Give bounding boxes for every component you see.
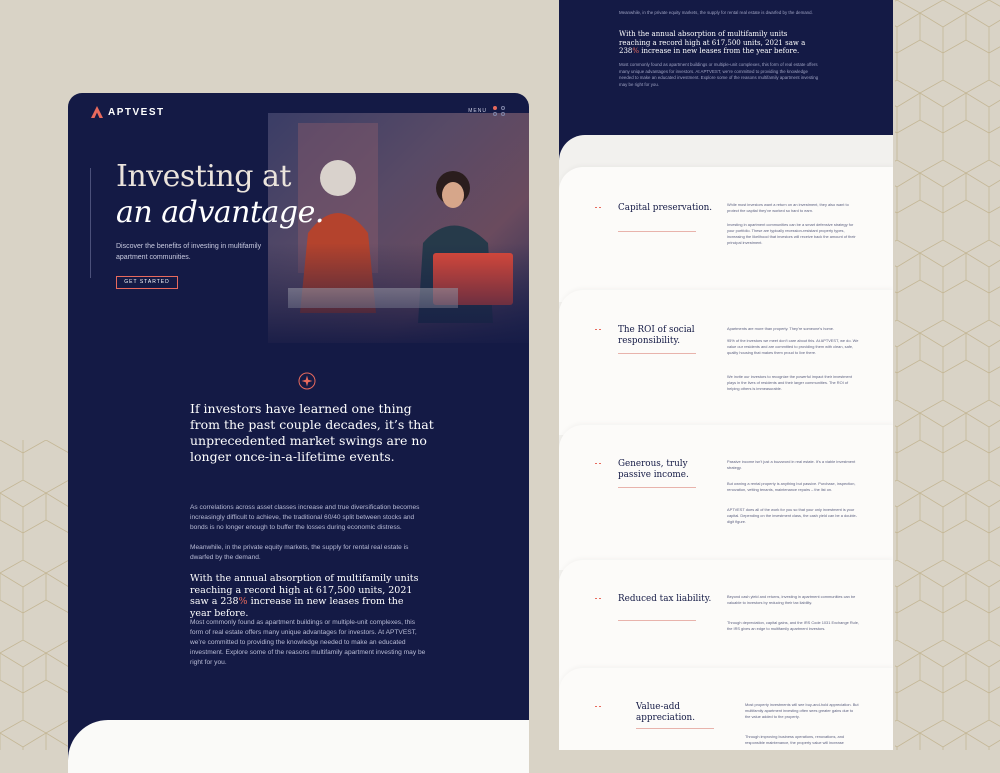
rt-stat-text-end: increase in new leases from the year bef… bbox=[639, 47, 800, 55]
accent-dash-icon bbox=[595, 598, 603, 599]
logo-mark-icon bbox=[91, 106, 103, 118]
hero-title: Investing at an advantage. bbox=[116, 159, 324, 231]
benefit-paragraph: Apartments are more than property. They’… bbox=[727, 326, 835, 331]
benefit-paragraph: 95% of the investors we meet don’t care … bbox=[727, 338, 859, 355]
benefit-title: Capital preservation. bbox=[618, 203, 713, 213]
benefit-paragraph: Through depreciation, capital gains, and… bbox=[727, 620, 859, 631]
accent-dash-icon bbox=[595, 329, 603, 330]
menu-label: MENU bbox=[468, 108, 487, 114]
accent-dash-icon bbox=[595, 463, 603, 464]
star-badge-icon bbox=[298, 372, 316, 390]
benefit-paragraph: Passive income isn’t just a buzzword in … bbox=[727, 459, 856, 470]
menu-button[interactable]: MENU bbox=[468, 106, 507, 116]
hero-title-line-2: an advantage. bbox=[116, 195, 324, 230]
title-underline bbox=[618, 620, 696, 621]
benefit-paragraph: Investing in apartment communities can b… bbox=[727, 222, 856, 245]
section-transition-curve bbox=[68, 720, 529, 773]
accent-dash-icon bbox=[595, 706, 603, 707]
brand-name: APTVEST bbox=[108, 106, 165, 118]
intro-quote: If investors have learned one thing from… bbox=[190, 401, 434, 464]
benefit-paragraph: We invite our investors to recognize the… bbox=[727, 374, 852, 391]
benefit-paragraph: But owning a rental property is anything… bbox=[727, 481, 856, 492]
title-underline bbox=[618, 231, 696, 232]
benefit-card: Generous, truly passive income. Passive … bbox=[559, 425, 893, 570]
hero-photo-fade bbox=[268, 243, 529, 353]
intro-paragraph-3: Most commonly found as apartment buildin… bbox=[190, 619, 426, 666]
benefit-paragraph: Most property investments will see buy-a… bbox=[745, 702, 859, 719]
hero-subtitle: Discover the benefits of investing in mu… bbox=[116, 243, 262, 261]
get-started-button[interactable]: GET STARTED bbox=[116, 276, 178, 289]
benefit-card: Capital preservation. While most investo… bbox=[559, 167, 893, 302]
benefit-paragraph: Through improving business operations, r… bbox=[745, 734, 845, 745]
hero-divider-line bbox=[90, 168, 91, 278]
benefit-title: The ROI of social responsibility. bbox=[618, 325, 695, 346]
benefit-title: Generous, truly passive income. bbox=[618, 459, 689, 480]
rt-statistic: With the annual absorption of multifamil… bbox=[619, 30, 819, 56]
title-underline bbox=[618, 487, 696, 488]
intro-statistic: With the annual absorption of multifamil… bbox=[190, 573, 425, 619]
benefit-paragraph: While most investors want a return on an… bbox=[727, 202, 849, 213]
benefit-paragraph: Beyond cash yield and returns, investing… bbox=[727, 594, 856, 605]
stat-percent: % bbox=[238, 596, 248, 607]
homepage-preview: APTVEST MENU Investing at an advantage. … bbox=[68, 93, 529, 773]
benefit-title: Reduced tax liability. bbox=[618, 594, 712, 604]
hero-title-line-1: Investing at bbox=[116, 159, 291, 194]
intro-paragraph-1: As correlations across asset classes inc… bbox=[190, 504, 420, 531]
benefit-paragraph: APTVEST does all of the work for you so … bbox=[727, 507, 857, 524]
accent-dash-icon bbox=[595, 207, 603, 208]
benefit-title: Value-add appreciation. bbox=[636, 702, 696, 723]
top-nav: APTVEST MENU bbox=[90, 105, 507, 125]
benefits-page-preview: Meanwhile, in the private equity markets… bbox=[559, 0, 893, 750]
menu-grid-icon bbox=[493, 106, 507, 116]
rt-paragraph-2: Meanwhile, in the private equity markets… bbox=[619, 10, 813, 15]
benefit-card: The ROI of social responsibility. Apartm… bbox=[559, 290, 893, 435]
title-underline bbox=[618, 353, 696, 354]
intro-paragraph-2: Meanwhile, in the private equity markets… bbox=[190, 544, 409, 561]
title-underline bbox=[636, 728, 714, 729]
benefit-card: Value-add appreciation. Most property in… bbox=[559, 668, 893, 750]
brand-logo[interactable]: APTVEST bbox=[90, 105, 165, 119]
rt-paragraph-3: Most commonly found as apartment buildin… bbox=[619, 62, 819, 87]
